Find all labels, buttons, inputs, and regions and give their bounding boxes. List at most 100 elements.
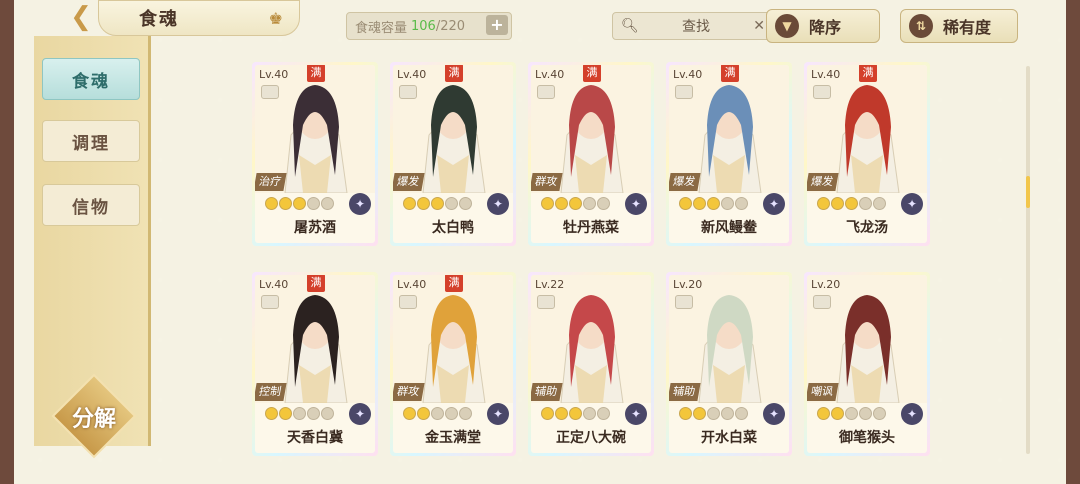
star-icon <box>817 407 830 420</box>
food-soul-name: 太白鸭 <box>432 220 474 236</box>
star-icon <box>597 407 610 420</box>
page-title-tab: 食魂 ♚ <box>98 0 300 36</box>
star-icon <box>417 407 430 420</box>
star-icon <box>721 197 734 210</box>
star-icon <box>541 407 554 420</box>
max-level-badge: 满 <box>445 65 463 82</box>
star-icon <box>279 197 292 210</box>
crown-icon[interactable]: ♚ <box>269 9 283 28</box>
search-icon: 🔍︎ <box>621 18 639 34</box>
rarity-badge-icon: ✦ <box>763 403 785 425</box>
star-icon <box>431 407 444 420</box>
capacity-max: /220 <box>435 18 466 34</box>
add-capacity-button[interactable]: + <box>486 15 508 35</box>
sort-order-button[interactable]: ▼ 降序 <box>766 9 880 43</box>
star-rating <box>679 407 748 423</box>
sort-down-icon: ▼ <box>775 14 799 38</box>
food-soul-card[interactable]: Lv.40 满 群攻 ✦ 牡丹燕菜 <box>528 62 654 246</box>
food-soul-card[interactable]: Lv.40 满 爆发 ✦ 飞龙汤 <box>804 62 930 246</box>
search-field[interactable]: 🔍︎ 查找 ✕ <box>612 12 774 40</box>
food-soul-card[interactable]: Lv.40 满 控制 ✦ 天香白冀 <box>252 272 378 456</box>
sort-rarity-button[interactable]: ⇅ 稀有度 <box>900 9 1018 43</box>
food-soul-card[interactable]: Lv.40 满 群攻 ✦ 金玉满堂 <box>390 272 516 456</box>
star-rating <box>265 407 334 423</box>
star-icon <box>707 407 720 420</box>
star-icon <box>569 407 582 420</box>
left-border <box>0 0 14 484</box>
favorite-icon <box>399 85 417 99</box>
food-soul-name: 天香白冀 <box>287 430 343 446</box>
level-label: Lv.40 <box>811 68 841 81</box>
star-icon <box>265 407 278 420</box>
food-soul-card[interactable]: Lv.40 满 爆发 ✦ 太白鸭 <box>390 62 516 246</box>
level-label: Lv.40 <box>259 68 289 81</box>
star-icon <box>555 197 568 210</box>
clear-icon[interactable]: ✕ <box>753 18 765 34</box>
max-level-badge: 满 <box>859 65 877 82</box>
star-icon <box>873 197 886 210</box>
star-icon <box>845 197 858 210</box>
star-icon <box>693 197 706 210</box>
sidebar-item-conditioning[interactable]: 调理 <box>42 120 140 162</box>
star-icon <box>265 197 278 210</box>
star-icon <box>583 407 596 420</box>
star-icon <box>279 407 292 420</box>
food-soul-name: 御笔猴头 <box>839 430 895 446</box>
swap-icon: ⇅ <box>909 14 933 38</box>
star-rating <box>403 407 472 423</box>
food-soul-grid: Lv.40 满 治疗 ✦ 屠苏酒 Lv.40 满 爆发 ✦ 太白鸭 Lv.40 … <box>252 62 942 462</box>
favorite-icon <box>399 295 417 309</box>
rarity-badge-icon: ✦ <box>349 403 371 425</box>
star-icon <box>459 197 472 210</box>
star-icon <box>403 407 416 420</box>
star-icon <box>873 407 886 420</box>
role-tag: 治疗 <box>255 173 287 191</box>
rarity-badge-icon: ✦ <box>625 193 647 215</box>
food-soul-card[interactable]: Lv.20 辅助 ✦ 开水白菜 <box>666 272 792 456</box>
star-rating <box>817 197 886 213</box>
scrollbar[interactable] <box>1026 66 1030 454</box>
star-icon <box>693 407 706 420</box>
favorite-icon <box>261 295 279 309</box>
food-soul-card[interactable]: Lv.20 嘲讽 ✦ 御笔猴头 <box>804 272 930 456</box>
role-tag: 嘲讽 <box>807 383 839 401</box>
food-soul-card[interactable]: Lv.40 满 治疗 ✦ 屠苏酒 <box>252 62 378 246</box>
star-icon <box>307 197 320 210</box>
sort-order-label: 降序 <box>809 18 842 37</box>
star-icon <box>721 407 734 420</box>
rarity-badge-icon: ✦ <box>625 403 647 425</box>
favorite-icon <box>537 85 555 99</box>
star-icon <box>583 197 596 210</box>
level-label: Lv.20 <box>673 278 703 291</box>
food-soul-name: 开水白菜 <box>701 430 757 446</box>
star-icon <box>541 197 554 210</box>
sidebar-item-label: 食魂 <box>72 71 110 92</box>
sidebar-item-token[interactable]: 信物 <box>42 184 140 226</box>
rarity-badge-icon: ✦ <box>487 403 509 425</box>
sidebar-item-food-soul[interactable]: 食魂 <box>42 58 140 100</box>
star-icon <box>845 407 858 420</box>
food-soul-name: 飞龙汤 <box>846 220 888 236</box>
card-inner: Lv.40 满 爆发 ✦ 飞龙汤 <box>807 65 927 243</box>
level-label: Lv.40 <box>259 278 289 291</box>
food-soul-card[interactable]: Lv.40 满 爆发 ✦ 新风鳗鲞 <box>666 62 792 246</box>
capacity-current: 106 <box>411 18 436 34</box>
star-icon <box>293 197 306 210</box>
scrollbar-thumb[interactable] <box>1026 176 1030 208</box>
role-tag: 爆发 <box>669 173 701 191</box>
max-level-badge: 满 <box>583 65 601 82</box>
level-label: Lv.40 <box>673 68 703 81</box>
star-icon <box>735 407 748 420</box>
rarity-badge-icon: ✦ <box>487 193 509 215</box>
card-inner: Lv.22 辅助 ✦ 正定八大碗 <box>531 275 651 453</box>
favorite-icon <box>813 295 831 309</box>
food-soul-card[interactable]: Lv.22 辅助 ✦ 正定八大碗 <box>528 272 654 456</box>
star-icon <box>831 407 844 420</box>
star-icon <box>707 197 720 210</box>
star-icon <box>293 407 306 420</box>
level-label: Lv.40 <box>397 278 427 291</box>
role-tag: 爆发 <box>807 173 839 191</box>
max-level-badge: 满 <box>445 275 463 292</box>
card-inner: Lv.40 满 控制 ✦ 天香白冀 <box>255 275 375 453</box>
decompose-button[interactable]: 分解 <box>51 373 137 459</box>
